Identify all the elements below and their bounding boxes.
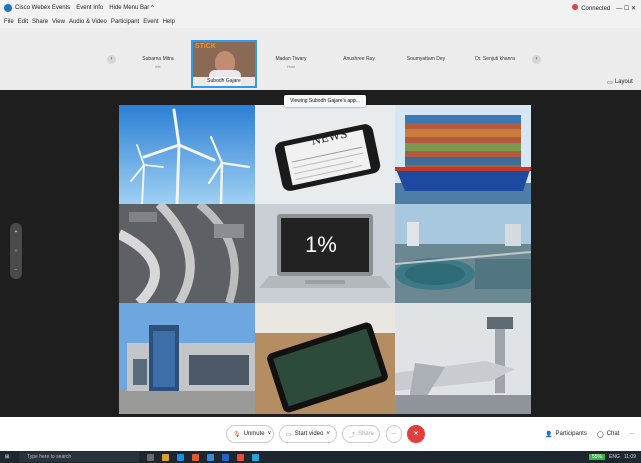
unmute-label: Unmute	[243, 431, 265, 437]
participant-name: Anushree Ray	[343, 56, 375, 62]
microphone-muted-icon: 🎙	[233, 431, 241, 438]
menu-bar: File Edit Share View Audio & Video Parti…	[0, 16, 641, 28]
close-icon: ✕	[412, 429, 420, 438]
menu-edit[interactable]: Edit	[18, 19, 28, 25]
layout-label: Layout	[614, 79, 633, 85]
conveyor-factory-image	[119, 204, 255, 303]
connection-status[interactable]: Connected	[572, 4, 610, 12]
participant-tile[interactable]: Subarna Mitra Me	[130, 56, 186, 70]
connected-icon	[572, 4, 579, 10]
laptop-image: 1%	[255, 204, 395, 303]
menu-audio-video[interactable]: Audio & Video	[69, 19, 107, 25]
webex-logo-icon	[4, 4, 12, 12]
participant-tile[interactable]: Anushree Ray	[331, 56, 387, 63]
leave-meeting-button[interactable]: ✕	[407, 425, 425, 443]
outlook-icon[interactable]	[222, 453, 229, 461]
shared-screen: NEWS 1%	[119, 105, 531, 414]
news-phone-image: NEWS	[255, 105, 395, 204]
file-explorer-icon[interactable]	[162, 453, 169, 461]
menu-participant[interactable]: Participant	[111, 19, 139, 25]
windows-taskbar: ⊞ Type here to search 55% ENG 11:09	[0, 451, 641, 463]
overflow-menu-button[interactable]: ···	[629, 425, 635, 443]
connected-label: Connected	[581, 6, 611, 12]
app-title: Cisco Webex Events	[15, 5, 71, 11]
center-percent-value: 1%	[305, 232, 337, 257]
menu-share[interactable]: Share	[32, 19, 48, 25]
person-icon: 👤	[545, 431, 553, 438]
meeting-controls: 🎙 Unmute ˅ ▭ Start video ˅ ⤴ Share ··· ✕…	[0, 417, 641, 451]
start-video-button[interactable]: ▭ Start video ˅	[279, 425, 337, 443]
store-icon[interactable]	[207, 453, 214, 461]
participant-name: Subarna Mitra	[142, 56, 174, 62]
taskbar-search-input[interactable]: Type here to search	[19, 452, 139, 462]
office-icon[interactable]	[192, 453, 199, 461]
participants-button[interactable]: 👤 Participants	[545, 425, 587, 443]
menu-file[interactable]: File	[4, 19, 14, 25]
strip-next-icon[interactable]: ›	[532, 55, 541, 64]
hide-menu-bar-button[interactable]: Hide Menu Bar ^	[109, 5, 154, 11]
participant-name: Madan Tiwary	[275, 56, 307, 62]
task-view-icon[interactable]	[147, 453, 154, 461]
speaker-name: Subodh Gajare	[193, 77, 255, 86]
menu-view[interactable]: View	[52, 19, 65, 25]
menu-help[interactable]: Help	[163, 19, 175, 25]
title-bar: Cisco Webex Events Event Info Hide Menu …	[0, 0, 641, 16]
share-label: Share	[358, 431, 375, 437]
water-treatment-image	[395, 204, 531, 303]
participant-tile[interactable]: Soumyattam Dey	[398, 56, 454, 63]
chat-label: Chat	[606, 431, 620, 437]
event-info-link[interactable]: Event Info	[76, 5, 103, 11]
system-tray: 55% ENG 11:09	[588, 454, 641, 460]
chat-button[interactable]: ◯ Chat	[597, 425, 619, 443]
webex-taskbar-icon[interactable]	[252, 453, 259, 461]
viewing-banner: Viewing Subodh Gajare's app...	[284, 95, 366, 107]
window-controls[interactable]: — ☐ ✕	[616, 5, 636, 12]
zoom-out-icon[interactable]: −	[15, 267, 18, 273]
share-icon: ⤴	[349, 432, 356, 439]
participants-label: Participants	[555, 431, 587, 437]
clock[interactable]: 11:09	[624, 454, 636, 460]
chevron-down-icon: ˅	[267, 431, 272, 437]
start-video-label: Start video	[294, 431, 324, 437]
unmute-button[interactable]: 🎙 Unmute ˅	[226, 425, 274, 443]
layout-icon: ▭	[607, 79, 613, 86]
chat-bubble-icon: ◯	[597, 431, 604, 438]
participant-role: Host	[286, 64, 296, 69]
participant-name: Dr. Senjuti khanra	[475, 56, 515, 62]
share-button[interactable]: ⤴ Share	[342, 425, 380, 443]
edge-icon[interactable]	[177, 453, 184, 461]
more-options-button[interactable]: ···	[386, 425, 402, 443]
zoom-controls[interactable]: + ○ −	[10, 223, 22, 279]
participant-role: Me	[155, 64, 161, 69]
chevron-down-icon: ˅	[326, 431, 330, 437]
zoom-reset-icon[interactable]: ○	[14, 248, 17, 254]
participant-tile[interactable]: Dr. Senjuti khanra	[467, 56, 523, 63]
stick-logo: STiCK	[195, 43, 216, 50]
windows-start-icon[interactable]: ⊞	[5, 454, 9, 460]
cargo-ship-image	[395, 105, 531, 204]
strip-prev-icon[interactable]: ‹	[107, 55, 116, 64]
active-speaker-video[interactable]: STiCK Subodh Gajare	[191, 40, 257, 88]
participant-tile[interactable]: Madan Tiwary Host	[263, 56, 319, 70]
airport-tower-image	[395, 303, 531, 414]
menu-event[interactable]: Event	[143, 19, 158, 25]
video-off-icon: ▭	[286, 431, 292, 438]
wind-turbines-image	[119, 105, 255, 204]
language-indicator[interactable]: ENG	[609, 454, 620, 460]
tablet-image	[255, 303, 395, 414]
retail-building-image	[119, 303, 255, 414]
battery-indicator[interactable]: 55%	[588, 454, 605, 460]
chrome-icon[interactable]	[237, 453, 244, 461]
layout-button[interactable]: ▭ Layout	[605, 75, 635, 89]
participant-strip: ‹ Subarna Mitra Me Madan Tiwary Host Anu…	[0, 28, 641, 91]
zoom-in-icon[interactable]: +	[15, 229, 18, 235]
participant-name: Soumyattam Dey	[406, 56, 446, 62]
